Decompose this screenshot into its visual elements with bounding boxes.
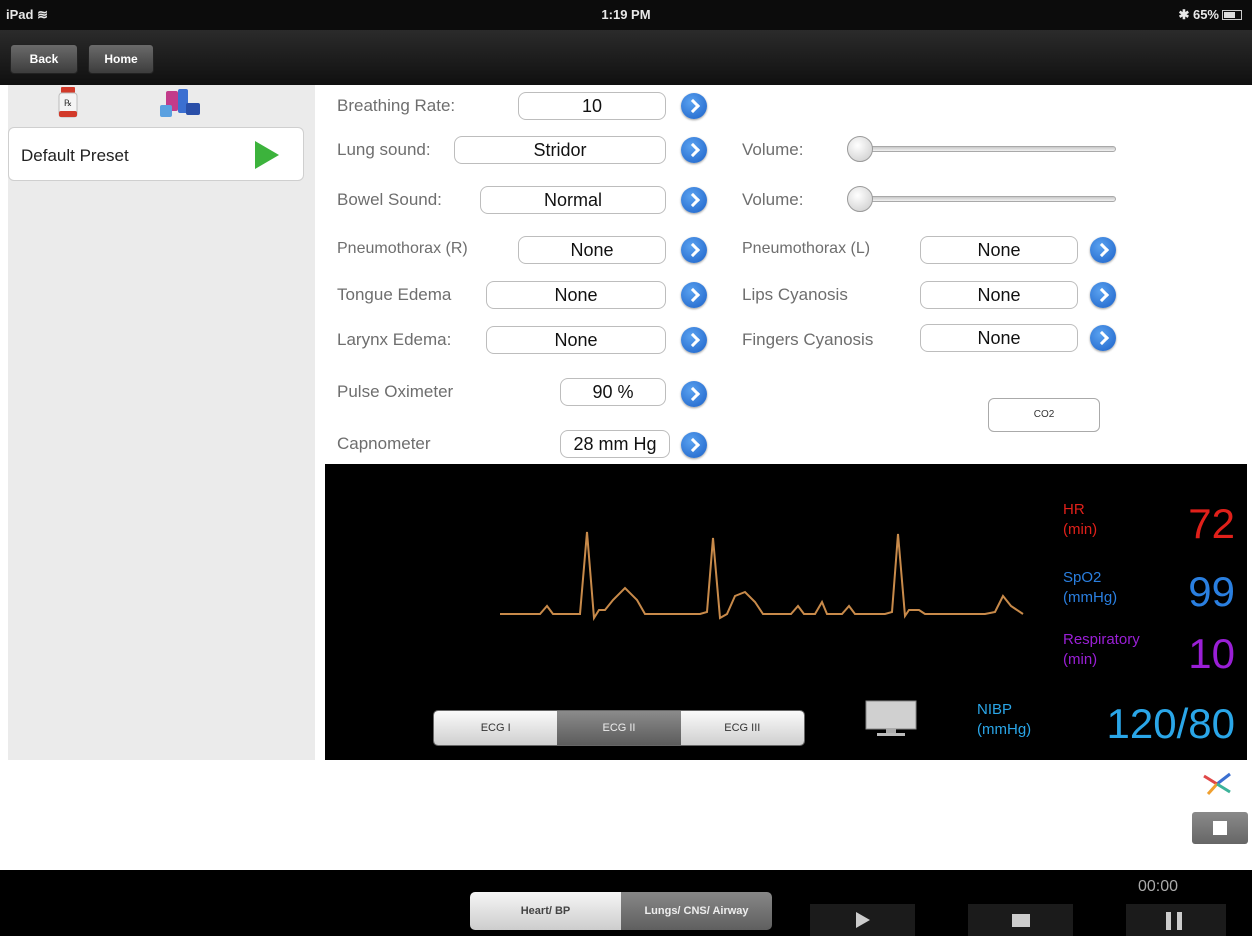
prescription-bottle-icon[interactable]: ℞ — [52, 85, 84, 119]
breathing-rate-label: Breathing Rate: — [337, 96, 456, 115]
respiratory-label: Respiratory (min) — [1063, 631, 1140, 668]
breathing-rate-field[interactable]: 10 — [518, 92, 666, 120]
ecg-lead-1-button[interactable]: ECG I — [434, 711, 558, 745]
disclosure-icon[interactable] — [1090, 325, 1116, 351]
ecg-trace — [500, 531, 1024, 622]
bottom-toolbar: Heart/ BP Lungs/ CNS/ Airway 00:00 — [0, 870, 1252, 936]
monitor-screen-icon[interactable] — [865, 700, 917, 738]
ecg-lead-selector: ECG I ECG II ECG III — [433, 710, 805, 746]
nibp-value: 120/80 — [1106, 700, 1235, 747]
pause-button[interactable] — [1126, 904, 1226, 936]
disclosure-icon[interactable] — [681, 93, 707, 119]
lips-cyanosis-label: Lips Cyanosis — [742, 285, 848, 304]
preset-label: Default Preset — [21, 146, 129, 165]
disclosure-icon[interactable] — [681, 432, 707, 458]
pneumothorax-r-field[interactable]: None — [518, 236, 666, 264]
slider-knob[interactable] — [847, 136, 873, 162]
disclosure-icon[interactable] — [681, 137, 707, 163]
fingers-cyanosis-field[interactable]: None — [920, 324, 1078, 352]
home-button[interactable]: Home — [88, 44, 154, 74]
battery-status: ✱ 65% — [1178, 7, 1242, 23]
spo2-label: SpO2 (mmHg) — [1063, 569, 1118, 606]
pneumothorax-r-label: Pneumothorax (R) — [337, 240, 468, 257]
tab-heart-bp[interactable]: Heart/ BP — [470, 892, 621, 930]
nav-bar: Back Home — [0, 30, 1252, 85]
battery-icon — [1222, 10, 1242, 20]
slider-knob[interactable] — [847, 186, 873, 212]
capnometer-label: Capnometer — [337, 434, 431, 453]
status-time: 1:19 PM — [601, 7, 651, 22]
patient-monitor: HR (min) 72 SpO2 (mmHg) 99 Respiratory (min… — [325, 464, 1247, 760]
capnometer-field[interactable]: 28 mm Hg — [560, 430, 670, 458]
co2-button[interactable]: CO2 — [988, 398, 1100, 432]
larynx-edema-field[interactable]: None — [486, 326, 666, 354]
play-button[interactable] — [810, 904, 915, 936]
elapsed-timer: 00:00 — [1138, 878, 1179, 895]
bowel-volume-slider[interactable] — [847, 186, 1116, 212]
disclosure-icon[interactable] — [681, 282, 707, 308]
tab-lungs-cns-airway[interactable]: Lungs/ CNS/ Airway — [621, 892, 772, 930]
ecg-lead-3-button[interactable]: ECG III — [680, 711, 804, 745]
respiratory-value: 10 — [1188, 630, 1235, 677]
stop-icon — [1012, 914, 1030, 927]
pneumothorax-l-field[interactable]: None — [920, 236, 1078, 264]
hr-value: 72 — [1188, 500, 1235, 547]
section-tabs: Heart/ BP Lungs/ CNS/ Airway — [470, 892, 772, 930]
disclosure-icon[interactable] — [1090, 282, 1116, 308]
preset-item-default[interactable]: Default Preset — [8, 127, 304, 181]
back-button[interactable]: Back — [10, 44, 78, 74]
lung-sound-field[interactable]: Stridor — [454, 136, 666, 164]
lips-cyanosis-field[interactable]: None — [920, 281, 1078, 309]
tongue-edema-label: Tongue Edema — [337, 285, 452, 304]
disclosure-icon[interactable] — [681, 237, 707, 263]
sidebar: ℞ Default Preset — [8, 85, 315, 760]
lung-volume-label: Volume: — [742, 140, 804, 159]
lung-volume-slider[interactable] — [847, 136, 1116, 162]
play-icon — [856, 912, 870, 928]
nibp-label: NIBP (mmHg) — [977, 701, 1032, 738]
pulse-oximeter-field[interactable]: 90 % — [560, 378, 666, 406]
pause-icon — [1177, 912, 1182, 930]
fingers-cyanosis-label: Fingers Cyanosis — [742, 330, 874, 349]
tongue-edema-field[interactable]: None — [486, 281, 666, 309]
pause-icon — [1166, 912, 1171, 930]
status-bar: iPad ≋ 1:19 PM ✱ 65% — [0, 0, 1252, 30]
medication-icon[interactable] — [156, 85, 202, 119]
spo2-value: 99 — [1188, 568, 1235, 615]
disclosure-icon[interactable] — [681, 327, 707, 353]
lung-sound-label: Lung sound: — [337, 140, 431, 159]
svg-text:℞: ℞ — [64, 99, 72, 109]
larynx-edema-label: Larynx Edema: — [337, 330, 452, 349]
stop-playback-button[interactable] — [968, 904, 1073, 936]
play-icon[interactable] — [255, 141, 279, 169]
disclosure-icon[interactable] — [681, 381, 707, 407]
disclosure-icon[interactable] — [681, 187, 707, 213]
bowel-sound-label: Bowel Sound: — [337, 190, 442, 209]
pinwheel-logo-icon — [1203, 772, 1231, 796]
stop-button[interactable] — [1192, 812, 1248, 844]
pulse-oximeter-label: Pulse Oximeter — [337, 382, 454, 401]
disclosure-icon[interactable] — [1090, 237, 1116, 263]
pneumothorax-l-label: Pneumothorax (L) — [742, 240, 871, 257]
bowel-sound-field[interactable]: Normal — [480, 186, 666, 214]
ecg-lead-2-button[interactable]: ECG II — [557, 711, 681, 745]
hr-label: HR (min) — [1063, 501, 1098, 538]
bowel-volume-label: Volume: — [742, 190, 804, 209]
